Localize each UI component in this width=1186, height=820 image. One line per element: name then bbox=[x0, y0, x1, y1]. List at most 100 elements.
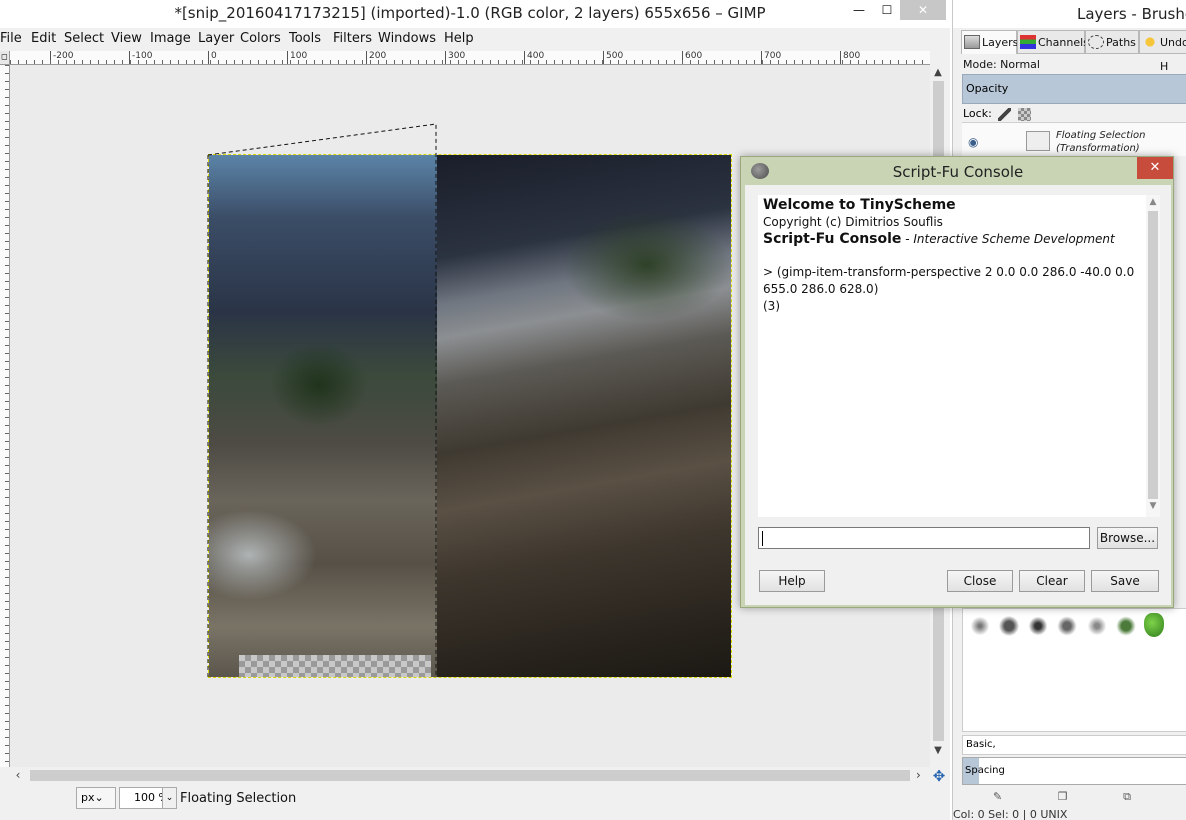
scroll-down-icon[interactable]: ▼ bbox=[1146, 501, 1160, 511]
tab-paths[interactable]: Paths bbox=[1085, 30, 1139, 54]
horizontal-scrollbar[interactable]: ‹ › bbox=[10, 767, 930, 784]
chevron-down-icon[interactable]: ⌄ bbox=[162, 788, 176, 808]
command-input[interactable] bbox=[758, 527, 1090, 549]
menu-image[interactable]: Image bbox=[150, 31, 191, 46]
command-echo: > (gimp-item-transform-perspective 2 0.0… bbox=[763, 265, 1135, 279]
script-fu-console-dialog: Script-Fu Console ✕ Welcome to TinySchem… bbox=[740, 156, 1174, 608]
floating-selection-part bbox=[209, 155, 437, 677]
vertical-ruler[interactable] bbox=[0, 65, 10, 767]
opacity-slider[interactable]: Opacity bbox=[962, 74, 1186, 104]
brushes-grid[interactable] bbox=[962, 608, 1186, 732]
tab-label: Layers bbox=[982, 36, 1019, 49]
zoom-select[interactable]: 100 % ⌄ bbox=[119, 787, 177, 809]
window-titlebar: *[snip_20160417173215] (imported)-1.0 (R… bbox=[0, 0, 950, 28]
menu-select[interactable]: Select bbox=[64, 31, 104, 46]
menu-help[interactable]: Help bbox=[444, 31, 474, 46]
scroll-thumb[interactable] bbox=[1148, 211, 1158, 499]
undo-icon bbox=[1142, 35, 1158, 49]
tab-label: Undo H bbox=[1160, 36, 1186, 73]
save-button[interactable]: Save bbox=[1091, 570, 1159, 592]
menu-windows[interactable]: Windows bbox=[378, 31, 436, 46]
command-result: (3) bbox=[763, 299, 780, 313]
layer-name-line: Floating Selection bbox=[1056, 130, 1146, 141]
console-subtitle-text: - Interactive Scheme Development bbox=[901, 232, 1115, 246]
scroll-up-icon[interactable]: ▲ bbox=[930, 65, 946, 81]
console-scrollbar[interactable]: ▲ ▼ bbox=[1146, 195, 1160, 517]
lock-pixels-icon[interactable] bbox=[998, 107, 1012, 121]
dock-titlebar: Layers - Brushes bbox=[953, 0, 1186, 28]
brush-row bbox=[969, 613, 1186, 643]
dialog-body: Welcome to TinyScheme Copyright (c) Dimi… bbox=[745, 185, 1171, 605]
brush-item[interactable] bbox=[1085, 615, 1108, 637]
dock-status-text: Col: 0 Sel: 0 | 0 UNIX bbox=[953, 808, 1068, 820]
menu-layer[interactable]: Layer bbox=[198, 31, 234, 46]
brush-item[interactable] bbox=[998, 615, 1021, 637]
tab-channels[interactable]: Channels bbox=[1017, 30, 1089, 54]
scroll-up-icon[interactable]: ▲ bbox=[1146, 197, 1160, 207]
layers-icon bbox=[964, 35, 980, 49]
unit-value: px bbox=[81, 791, 95, 804]
visibility-eye-icon[interactable]: ◉ bbox=[968, 135, 978, 149]
help-button[interactable]: Help bbox=[759, 570, 825, 592]
clear-button[interactable]: Clear bbox=[1019, 570, 1085, 592]
scroll-down-icon[interactable]: ▼ bbox=[930, 745, 946, 761]
menu-file[interactable]: File bbox=[0, 31, 22, 46]
scroll-left-icon[interactable]: ‹ bbox=[10, 767, 26, 784]
close-window-button[interactable]: ✕ bbox=[900, 0, 946, 20]
dock-action-bar: ✎ ❐ ⧉ bbox=[993, 790, 1183, 804]
minimize-button[interactable]: — bbox=[844, 0, 874, 20]
scroll-thumb[interactable] bbox=[30, 770, 910, 781]
spacing-label: Spacing bbox=[965, 765, 1005, 776]
menu-tools[interactable]: Tools bbox=[289, 31, 321, 46]
transparency-checkerboard bbox=[239, 655, 431, 677]
ruler-minor-ticks bbox=[10, 60, 930, 64]
layer-name[interactable]: Floating Selection (Transformation) bbox=[1056, 129, 1145, 155]
dialog-titlebar: Script-Fu Console ✕ bbox=[741, 157, 1173, 185]
text-caret bbox=[762, 531, 763, 546]
lock-alpha-icon[interactable] bbox=[1017, 107, 1031, 121]
brush-item[interactable] bbox=[1027, 615, 1050, 637]
command-echo-cont: 655.0 286.0 628.0) bbox=[763, 282, 879, 296]
dialog-title: Script-Fu Console bbox=[892, 163, 1024, 181]
image-layer[interactable] bbox=[208, 154, 732, 678]
navigate-icon[interactable]: ✥ bbox=[931, 768, 947, 784]
window-title: *[snip_20160417173215] (imported)-1.0 (R… bbox=[174, 4, 766, 22]
statusbar: px⌄ 100 % ⌄ Floating Selection bbox=[0, 786, 950, 812]
brush-item[interactable] bbox=[1056, 615, 1079, 637]
brush-item[interactable] bbox=[969, 615, 991, 637]
layer-mode-select[interactable]: Mode: Normal bbox=[963, 58, 1040, 71]
close-button[interactable]: Close bbox=[947, 570, 1013, 592]
unit-select[interactable]: px⌄ bbox=[76, 787, 116, 809]
menu-colors[interactable]: Colors bbox=[240, 31, 281, 46]
layer-thumbnail bbox=[1026, 131, 1050, 151]
duplicate-brush-icon[interactable]: ⧉ bbox=[1123, 790, 1131, 803]
menu-view[interactable]: View bbox=[111, 31, 142, 46]
copyright-text: Copyright (c) Dimitrios Souflis bbox=[763, 215, 943, 229]
lock-label: Lock: bbox=[963, 107, 992, 120]
layer-name-line: (Transformation) bbox=[1056, 143, 1140, 154]
console-output[interactable]: Welcome to TinyScheme Copyright (c) Dimi… bbox=[758, 195, 1146, 517]
tab-undo-history[interactable]: Undo H bbox=[1139, 30, 1186, 73]
dock-title: Layers - Brushes bbox=[1077, 5, 1186, 23]
layer-row[interactable]: ◉ Floating Selection (Transformation) bbox=[962, 122, 1186, 156]
brush-tag-field[interactable]: Basic, bbox=[962, 735, 1186, 755]
horizontal-ruler[interactable]: -200 -100 0 100 200 300 400 500 600 700 … bbox=[10, 51, 930, 65]
chevron-down-icon: ⌄ bbox=[94, 791, 104, 804]
brush-item[interactable] bbox=[1114, 615, 1137, 637]
edit-brush-icon[interactable]: ✎ bbox=[993, 790, 1002, 803]
spacing-slider[interactable]: Spacing bbox=[962, 757, 1186, 785]
dialog-close-button[interactable]: ✕ bbox=[1137, 157, 1173, 179]
maximize-button[interactable]: ☐ bbox=[872, 0, 902, 20]
ruler-corner[interactable]: ◻ bbox=[0, 51, 10, 65]
pepper-brush-icon[interactable] bbox=[1143, 613, 1164, 637]
welcome-text: Welcome to TinyScheme bbox=[763, 197, 956, 213]
menu-filters[interactable]: Filters bbox=[333, 31, 372, 46]
menu-edit[interactable]: Edit bbox=[31, 31, 56, 46]
paths-icon bbox=[1088, 35, 1104, 49]
dock-tabbar: Layers Channels Paths Undo H bbox=[961, 30, 1186, 73]
new-brush-icon[interactable]: ❐ bbox=[1058, 790, 1068, 803]
browse-button[interactable]: Browse... bbox=[1097, 527, 1158, 549]
scroll-right-icon[interactable]: › bbox=[916, 767, 930, 784]
tab-layers[interactable]: Layers bbox=[961, 30, 1019, 54]
tab-label: Paths bbox=[1106, 36, 1136, 49]
